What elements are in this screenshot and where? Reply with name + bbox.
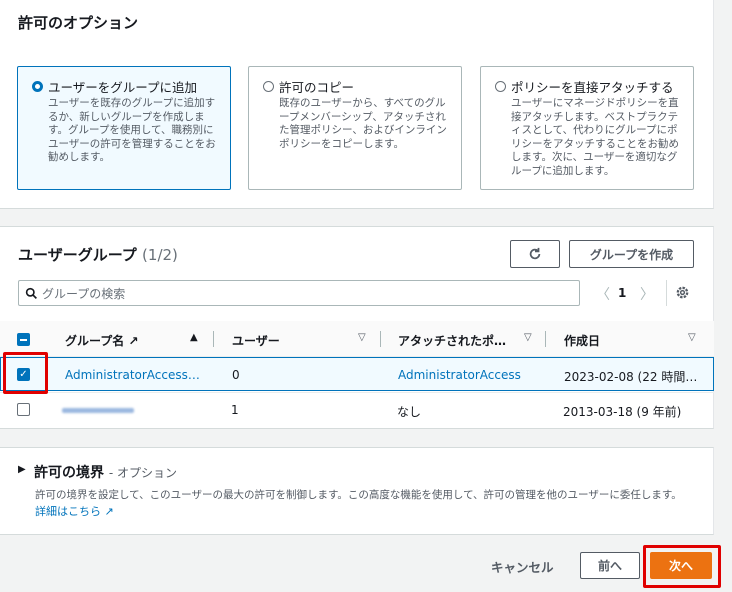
settings-button[interactable] [675,285,690,303]
row-checkbox[interactable]: ✓ [17,368,30,381]
tile-attach-policies-desc: ユーザーにマネージドポリシーを直接アタッチします。ベストプラクティスとして、代わ… [511,97,679,177]
boundary-title[interactable]: 許可の境界 - オプション [34,462,177,482]
boundary-optional: - オプション [108,466,178,480]
radio-copy-permissions[interactable] [263,81,274,92]
policy-link[interactable]: AdministratorAccess [398,368,521,382]
tile-copy-permissions-title: 許可のコピー [279,80,355,95]
col-group-name-label: グループ名 [65,334,125,348]
col-divider [380,331,381,347]
col-divider [213,331,214,347]
search-icon [25,287,37,299]
policy-none: なし [397,405,422,419]
boundary-desc: 許可の境界を設定して、このユーザーの最大の許可を制御します。この高度な機能を使用… [35,489,682,501]
created-date: 2013-03-18 (9 年前) [563,405,682,419]
permission-options-panel: 許可のオプション ユーザーをグループに追加 ユーザーを既存のグループに追加するか… [0,0,714,209]
group-search-input[interactable]: グループの検索 [18,280,580,306]
select-all-checkbox[interactable] [17,333,30,346]
previous-button[interactable]: 前へ [580,552,640,579]
col-created[interactable]: 作成日 [564,332,600,349]
row-checkbox[interactable] [17,403,30,416]
refresh-icon [529,247,541,260]
learn-more-link[interactable]: 詳細はこちら ↗ [35,503,114,519]
tile-add-to-group-title: ユーザーをグループに追加 [48,80,198,95]
permission-boundary-panel: ▶ 許可の境界 - オプション 許可の境界を設定して、このユーザーの最大の許可を… [0,447,714,535]
tile-attach-policies[interactable]: ポリシーを直接アタッチする ユーザーにマネージドポリシーを直接アタッチします。ベ… [480,66,694,190]
tile-add-to-group[interactable]: ユーザーをグループに追加 ユーザーを既存のグループに追加するか、新しいグループを… [17,66,231,190]
users-count: 0 [232,368,240,382]
options-title: 許可のオプション [18,14,139,32]
gear-icon [676,286,689,299]
expand-caret-icon[interactable]: ▶ [18,464,26,475]
radio-attach-policies[interactable] [495,81,506,92]
created-date: 2023-02-08 (22 時間… [564,370,698,384]
tile-add-to-group-desc: ユーザーを既存のグループに追加するか、新しいグループを作成します。グループを使用… [48,97,216,163]
radio-add-to-group[interactable] [32,81,43,92]
group-name-link[interactable]: AdministratorAccess… [65,368,200,382]
col-policies[interactable]: アタッチされたポ… [398,332,506,349]
groups-count: (1/2) [142,246,178,264]
tile-attach-policies-title: ポリシーを直接アタッチする [511,80,674,95]
learn-more-text: 詳細はこちら [35,505,101,518]
sort-icon[interactable]: ▽ [358,332,366,343]
refresh-button[interactable] [510,240,560,268]
table-row[interactable]: 1 なし 2013-03-18 (9 年前) [0,392,714,426]
sort-icon[interactable]: ▽ [524,332,532,343]
table-header: グループ名 ↗ ▲ ユーザー ▽ アタッチされたポ… ▽ 作成日 ▽ [0,321,714,357]
create-group-button[interactable]: グループを作成 [569,240,694,268]
groups-title: ユーザーグループ (1/2) [18,244,178,265]
external-link-icon: ↗ [104,505,114,518]
page-number[interactable]: 1 [618,286,626,300]
prev-page-icon[interactable]: 〈 [596,284,610,304]
col-users[interactable]: ユーザー [232,332,280,349]
external-link-icon: ↗ [128,334,139,348]
group-name-redacted[interactable] [62,408,134,413]
table-row[interactable]: ✓ AdministratorAccess… 0 AdministratorAc… [0,357,714,391]
sort-icon[interactable]: ▽ [688,332,696,343]
next-button[interactable]: 次へ [650,552,712,579]
tile-copy-permissions[interactable]: 許可のコピー 既存のユーザーから、すべてのグループメンバーシップ、アタッチされた… [248,66,462,190]
search-placeholder: グループの検索 [42,286,126,301]
col-divider [545,331,546,347]
col-group-name[interactable]: グループ名 ↗ [65,332,139,349]
pager-divider [666,280,667,306]
groups-title-text: ユーザーグループ [18,246,137,264]
users-count: 1 [231,403,239,417]
boundary-title-text: 許可の境界 [34,465,104,481]
cancel-button[interactable]: キャンセル [491,557,554,576]
sort-asc-icon[interactable]: ▲ [190,332,198,343]
tile-copy-permissions-desc: 既存のユーザーから、すべてのグループメンバーシップ、アタッチされた管理ポリシー、… [279,97,447,150]
next-page-icon[interactable]: 〉 [640,284,654,304]
